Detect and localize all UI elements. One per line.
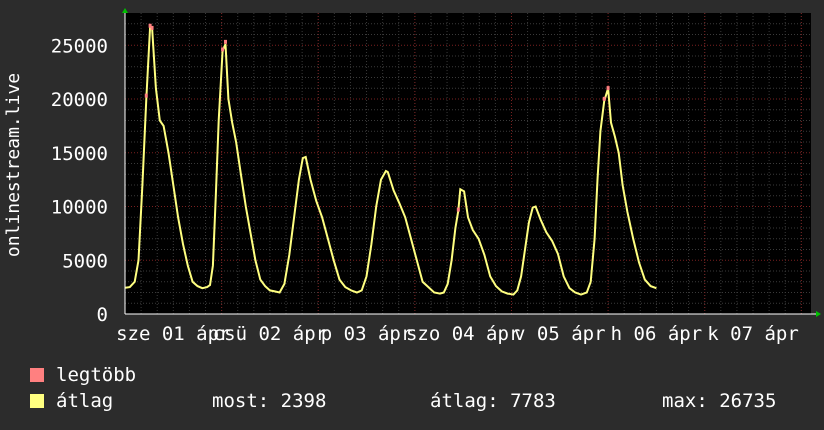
series-point-max bbox=[221, 47, 225, 52]
series-point-max bbox=[602, 96, 606, 101]
y-tick-label: 10000 bbox=[51, 197, 108, 219]
y-tick-label: 5000 bbox=[62, 250, 108, 272]
y-tick-label: 25000 bbox=[51, 35, 108, 57]
y-tick-label: 20000 bbox=[51, 89, 108, 111]
series-point-max bbox=[606, 86, 610, 91]
series-point-max bbox=[223, 39, 227, 44]
series-point-max bbox=[456, 207, 460, 212]
x-tick-label: k 07 ápr bbox=[707, 323, 799, 345]
legend-label-avg: átlag bbox=[56, 390, 114, 412]
stat-maximum: max: 26735 bbox=[662, 390, 777, 412]
stat-average: átlag: 7783 bbox=[430, 390, 556, 412]
legend-item-max: legtöbb bbox=[30, 364, 136, 386]
series-point-max bbox=[150, 25, 154, 30]
series-point-max bbox=[144, 93, 148, 98]
y-axis-label: onlinestream.live bbox=[3, 73, 24, 257]
x-tick-label: p 03 ápr bbox=[321, 323, 413, 345]
legend-swatch-avg bbox=[30, 394, 44, 408]
legend-swatch-max bbox=[30, 368, 44, 382]
y-axis-arrow-icon bbox=[122, 8, 128, 13]
x-tick-label: csü 02 ápr bbox=[213, 323, 327, 345]
y-tick-label: 15000 bbox=[51, 143, 108, 165]
x-tick-label: h 06 ápr bbox=[611, 323, 703, 345]
legend-label-max: legtöbb bbox=[56, 364, 137, 386]
legend-item-avg: átlag bbox=[30, 390, 113, 412]
y-ticks: 0 5000 10000 15000 20000 25000 bbox=[51, 35, 108, 326]
x-axis-arrow-icon bbox=[816, 311, 821, 317]
x-ticks: sze 01 áprcsü 02 áprp 03 áprszo 04 áprv … bbox=[116, 323, 799, 345]
chart: 0 5000 10000 15000 20000 25000 sze 01 áprcsü … bbox=[3, 8, 821, 345]
y-tick-label: 0 bbox=[97, 304, 108, 326]
x-tick-label: szo 04 ápr bbox=[406, 323, 520, 345]
stat-current: most: 2398 bbox=[212, 390, 327, 412]
x-tick-label: v 05 ápr bbox=[514, 323, 606, 345]
